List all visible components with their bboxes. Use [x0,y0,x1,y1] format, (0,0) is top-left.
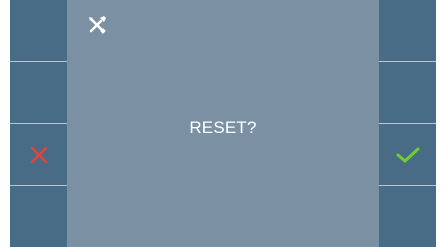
main-panel: RESET? [67,0,379,247]
close-icon [30,146,48,164]
right-button-column [379,0,436,247]
intercom-screen: RESET? [10,0,436,247]
check-icon [396,146,420,164]
right-button-1[interactable] [379,0,436,61]
left-button-4[interactable] [10,185,67,247]
right-button-2[interactable] [379,61,436,123]
left-button-1[interactable] [10,0,67,61]
left-button-2[interactable] [10,61,67,123]
reset-prompt: RESET? [189,118,257,137]
confirm-button[interactable] [379,123,436,185]
tools-icon [86,14,108,36]
right-button-4[interactable] [379,185,436,247]
cancel-button[interactable] [10,123,67,185]
left-button-column [10,0,67,247]
